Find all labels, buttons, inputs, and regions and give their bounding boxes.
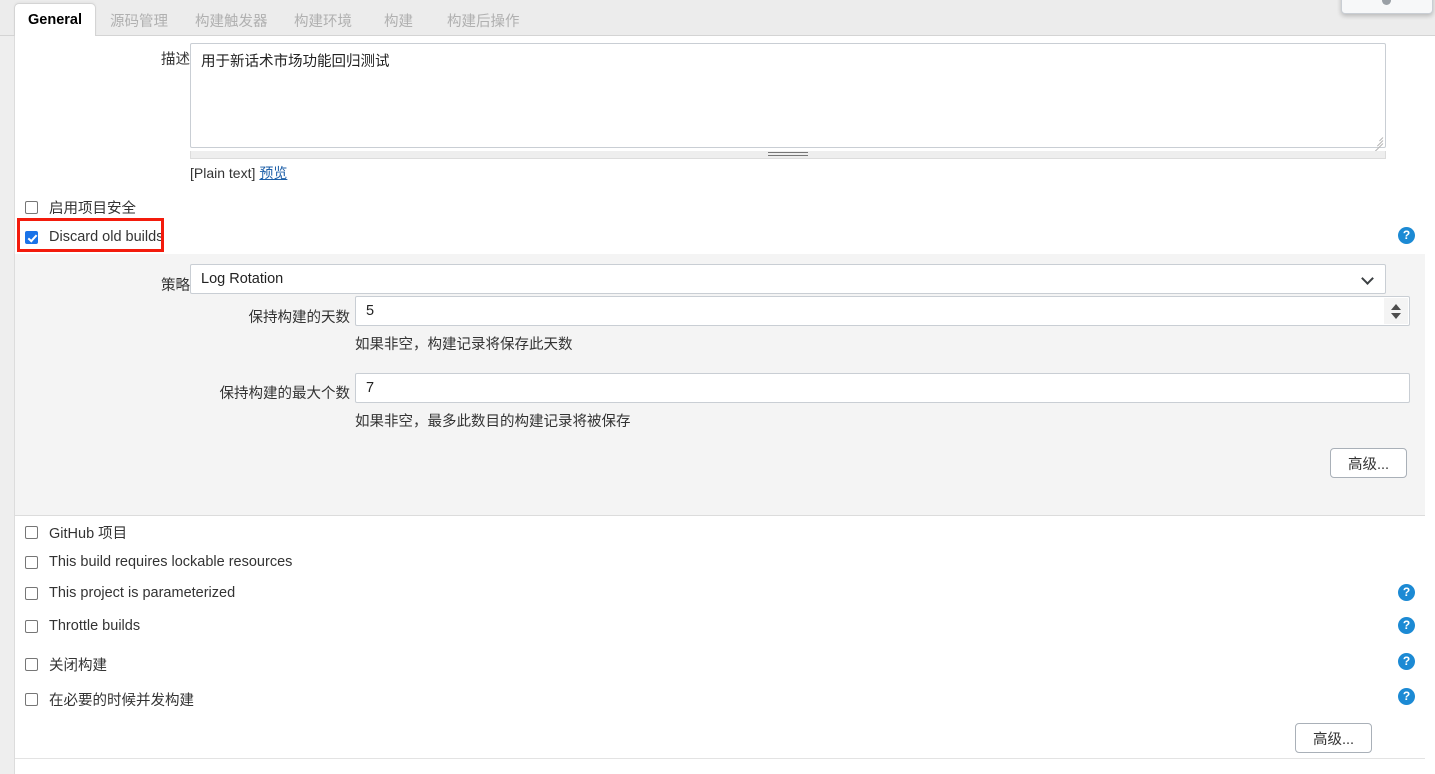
checkbox-github-project[interactable]	[25, 526, 38, 539]
checkbox-disable-build[interactable]	[25, 658, 38, 671]
checkbox-row-github-project[interactable]: GitHub 项目	[25, 522, 127, 543]
help-icon-discard-old-builds[interactable]: ?	[1398, 227, 1415, 244]
checkbox-row-throttle-builds[interactable]: Throttle builds	[25, 618, 140, 634]
log-rotation-panel: 策略 Log Rotation 保持构建的天数 如果非空，构建记录将保存此天数 …	[15, 254, 1425, 516]
checkbox-row-concurrent-builds[interactable]: 在必要的时候并发构建	[25, 689, 194, 710]
checkbox-parameterized[interactable]	[25, 586, 38, 600]
checkbox-label-lockable-resources: This build requires lockable resources	[49, 554, 293, 570]
advanced-button-log-rotation[interactable]: 高级...	[1330, 448, 1408, 478]
days-to-keep-input[interactable]	[355, 296, 1410, 326]
checkbox-label-parameterized: This project is parameterized	[49, 585, 236, 601]
help-icon-parameterized[interactable]: ?	[1398, 584, 1415, 601]
description-textarea[interactable]: 用于新话术市场功能回归测试	[190, 43, 1386, 148]
checkbox-label-concurrent-builds: 在必要的时候并发构建	[49, 693, 194, 709]
overlay-dot-icon	[1382, 0, 1391, 5]
checkbox-row-parameterized[interactable]: This project is parameterized	[25, 585, 235, 601]
tab-scm[interactable]: 源码管理	[97, 4, 181, 36]
checkbox-discard-old-builds[interactable]	[25, 230, 38, 244]
days-to-keep-label: 保持构建的天数	[248, 310, 351, 326]
help-icon-disable-build[interactable]: ?	[1398, 653, 1415, 670]
bottom-divider	[15, 758, 1425, 759]
description-label: 描述	[161, 52, 190, 68]
strategy-label: 策略	[161, 278, 190, 294]
description-markup-row: [Plain text] 预览	[190, 163, 287, 183]
checkbox-label-disable-build: 关闭构建	[49, 658, 107, 674]
help-icon-throttle-builds[interactable]: ?	[1398, 617, 1415, 634]
checkbox-throttle-builds[interactable]	[25, 619, 38, 633]
checkbox-label-discard-old-builds: Discard old builds	[49, 229, 164, 245]
days-to-keep-help-text: 如果非空，构建记录将保存此天数	[355, 337, 573, 353]
checkbox-label-github-project: GitHub 项目	[49, 526, 128, 542]
checkbox-concurrent-builds[interactable]	[25, 693, 38, 706]
description-preview-link[interactable]: 预览	[259, 165, 287, 181]
config-form: 描述 用于新话术市场功能回归测试 [Plain text] 预览 启用项目安全 D…	[0, 36, 1435, 774]
markup-type-label: [Plain text]	[190, 165, 256, 181]
description-drag-handle[interactable]	[190, 151, 1386, 159]
max-builds-input[interactable]	[355, 373, 1410, 403]
strategy-select[interactable]: Log Rotation	[190, 264, 1386, 294]
checkbox-row-lockable-resources[interactable]: This build requires lockable resources	[25, 554, 292, 570]
advanced-button-general[interactable]: 高级...	[1295, 723, 1373, 753]
checkbox-project-security[interactable]	[25, 201, 38, 214]
config-tab-bar: General 源码管理 构建触发器 构建环境 构建 构建后操作	[0, 0, 1435, 36]
drag-grip-icon	[768, 152, 808, 156]
checkbox-label-throttle-builds: Throttle builds	[49, 618, 141, 634]
checkbox-label-project-security: 启用项目安全	[49, 201, 136, 217]
tab-build-environment[interactable]: 构建环境	[281, 4, 365, 36]
floating-overlay-panel	[1341, 0, 1433, 14]
max-builds-label: 保持构建的最大个数	[219, 386, 351, 402]
left-gutter	[0, 36, 14, 774]
tab-build-triggers[interactable]: 构建触发器	[182, 4, 281, 36]
checkbox-row-project-security[interactable]: 启用项目安全	[25, 197, 136, 218]
checkbox-row-disable-build[interactable]: 关闭构建	[25, 654, 107, 675]
checkbox-row-discard-old-builds[interactable]: Discard old builds	[25, 229, 163, 245]
tab-post-build-actions[interactable]: 构建后操作	[434, 4, 533, 36]
checkbox-lockable-resources[interactable]	[25, 555, 38, 569]
tab-build[interactable]: 构建	[371, 4, 426, 36]
tab-general[interactable]: General	[14, 3, 96, 36]
max-builds-help-text: 如果非空，最多此数目的构建记录将被保存	[355, 414, 631, 430]
help-icon-concurrent-builds[interactable]: ?	[1398, 688, 1415, 705]
